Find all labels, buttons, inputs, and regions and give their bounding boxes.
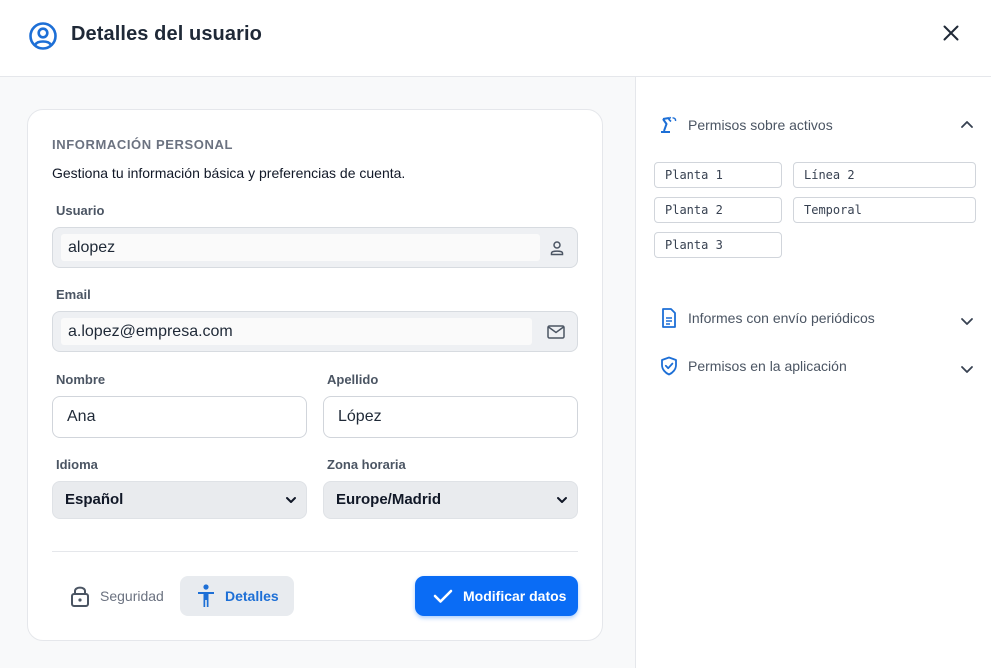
zona-horaria-label: Zona horaria [327, 457, 406, 472]
mail-icon [546, 322, 566, 342]
zona-horaria-select[interactable]: Europe/Madrid [323, 481, 578, 519]
asset-chip: Planta 1 [654, 162, 782, 188]
email-label: Email [56, 287, 91, 302]
chevron-down-icon [961, 366, 973, 373]
idioma-selected-value: Español [65, 491, 124, 508]
asset-chip: Planta 3 [654, 232, 782, 258]
zona-horaria-selected-value: Europe/Madrid [336, 491, 442, 508]
modify-data-button[interactable]: Modificar datos [415, 576, 578, 616]
modify-data-label: Modificar datos [463, 588, 567, 604]
chevron-down-icon [286, 497, 296, 503]
dialog-title: Detalles del usuario [71, 23, 262, 45]
apellido-label: Apellido [327, 372, 379, 387]
assets-permissions-header[interactable]: Permisos sobre activos [660, 113, 980, 137]
nombre-label: Nombre [56, 372, 106, 387]
personal-info-card [27, 109, 603, 641]
reports-title: Informes con envío periódicos [688, 310, 875, 326]
accessibility-icon [198, 584, 214, 607]
usuario-label: Usuario [56, 203, 105, 218]
email-field[interactable]: a.lopez@empresa.com [52, 311, 578, 352]
close-button[interactable] [938, 20, 964, 46]
shield-check-icon [661, 356, 677, 376]
email-input[interactable]: a.lopez@empresa.com [61, 318, 532, 345]
nombre-input[interactable]: Ana [52, 396, 307, 438]
asset-chip: Temporal [793, 197, 976, 223]
security-label: Seguridad [100, 588, 164, 604]
asset-chip: Línea 2 [793, 162, 976, 188]
check-icon [433, 589, 453, 603]
asset-chip: Planta 2 [654, 197, 782, 223]
chevron-up-icon [961, 121, 973, 128]
section-description: Gestiona tu información básica y prefere… [52, 165, 406, 181]
assets-permissions-title: Permisos sobre activos [688, 117, 833, 133]
details-tab-button[interactable]: Detalles [180, 576, 294, 616]
apellido-input[interactable]: López [323, 396, 578, 438]
reports-header[interactable]: Informes con envío periódicos [660, 306, 980, 330]
document-icon [662, 308, 676, 328]
user-circle-icon [29, 22, 57, 50]
app-permissions-header[interactable]: Permisos en la aplicación [660, 354, 980, 378]
person-icon [547, 238, 567, 258]
usuario-field[interactable]: alopez [52, 227, 578, 268]
idioma-label: Idioma [56, 457, 98, 472]
robot-arm-icon [661, 116, 677, 133]
chevron-down-icon [961, 318, 973, 325]
usuario-input[interactable]: alopez [61, 234, 540, 261]
security-tab-button[interactable]: Seguridad [60, 577, 174, 615]
dialog-header: Detalles del usuario [0, 0, 991, 77]
section-title: INFORMACIÓN PERSONAL [52, 137, 233, 152]
close-icon[interactable] [943, 25, 959, 41]
idioma-select[interactable]: Español [52, 481, 307, 519]
details-label: Detalles [225, 588, 279, 604]
divider [52, 551, 578, 552]
chevron-down-icon [557, 497, 567, 503]
app-permissions-title: Permisos en la aplicación [688, 358, 847, 374]
lock-icon [71, 586, 89, 607]
